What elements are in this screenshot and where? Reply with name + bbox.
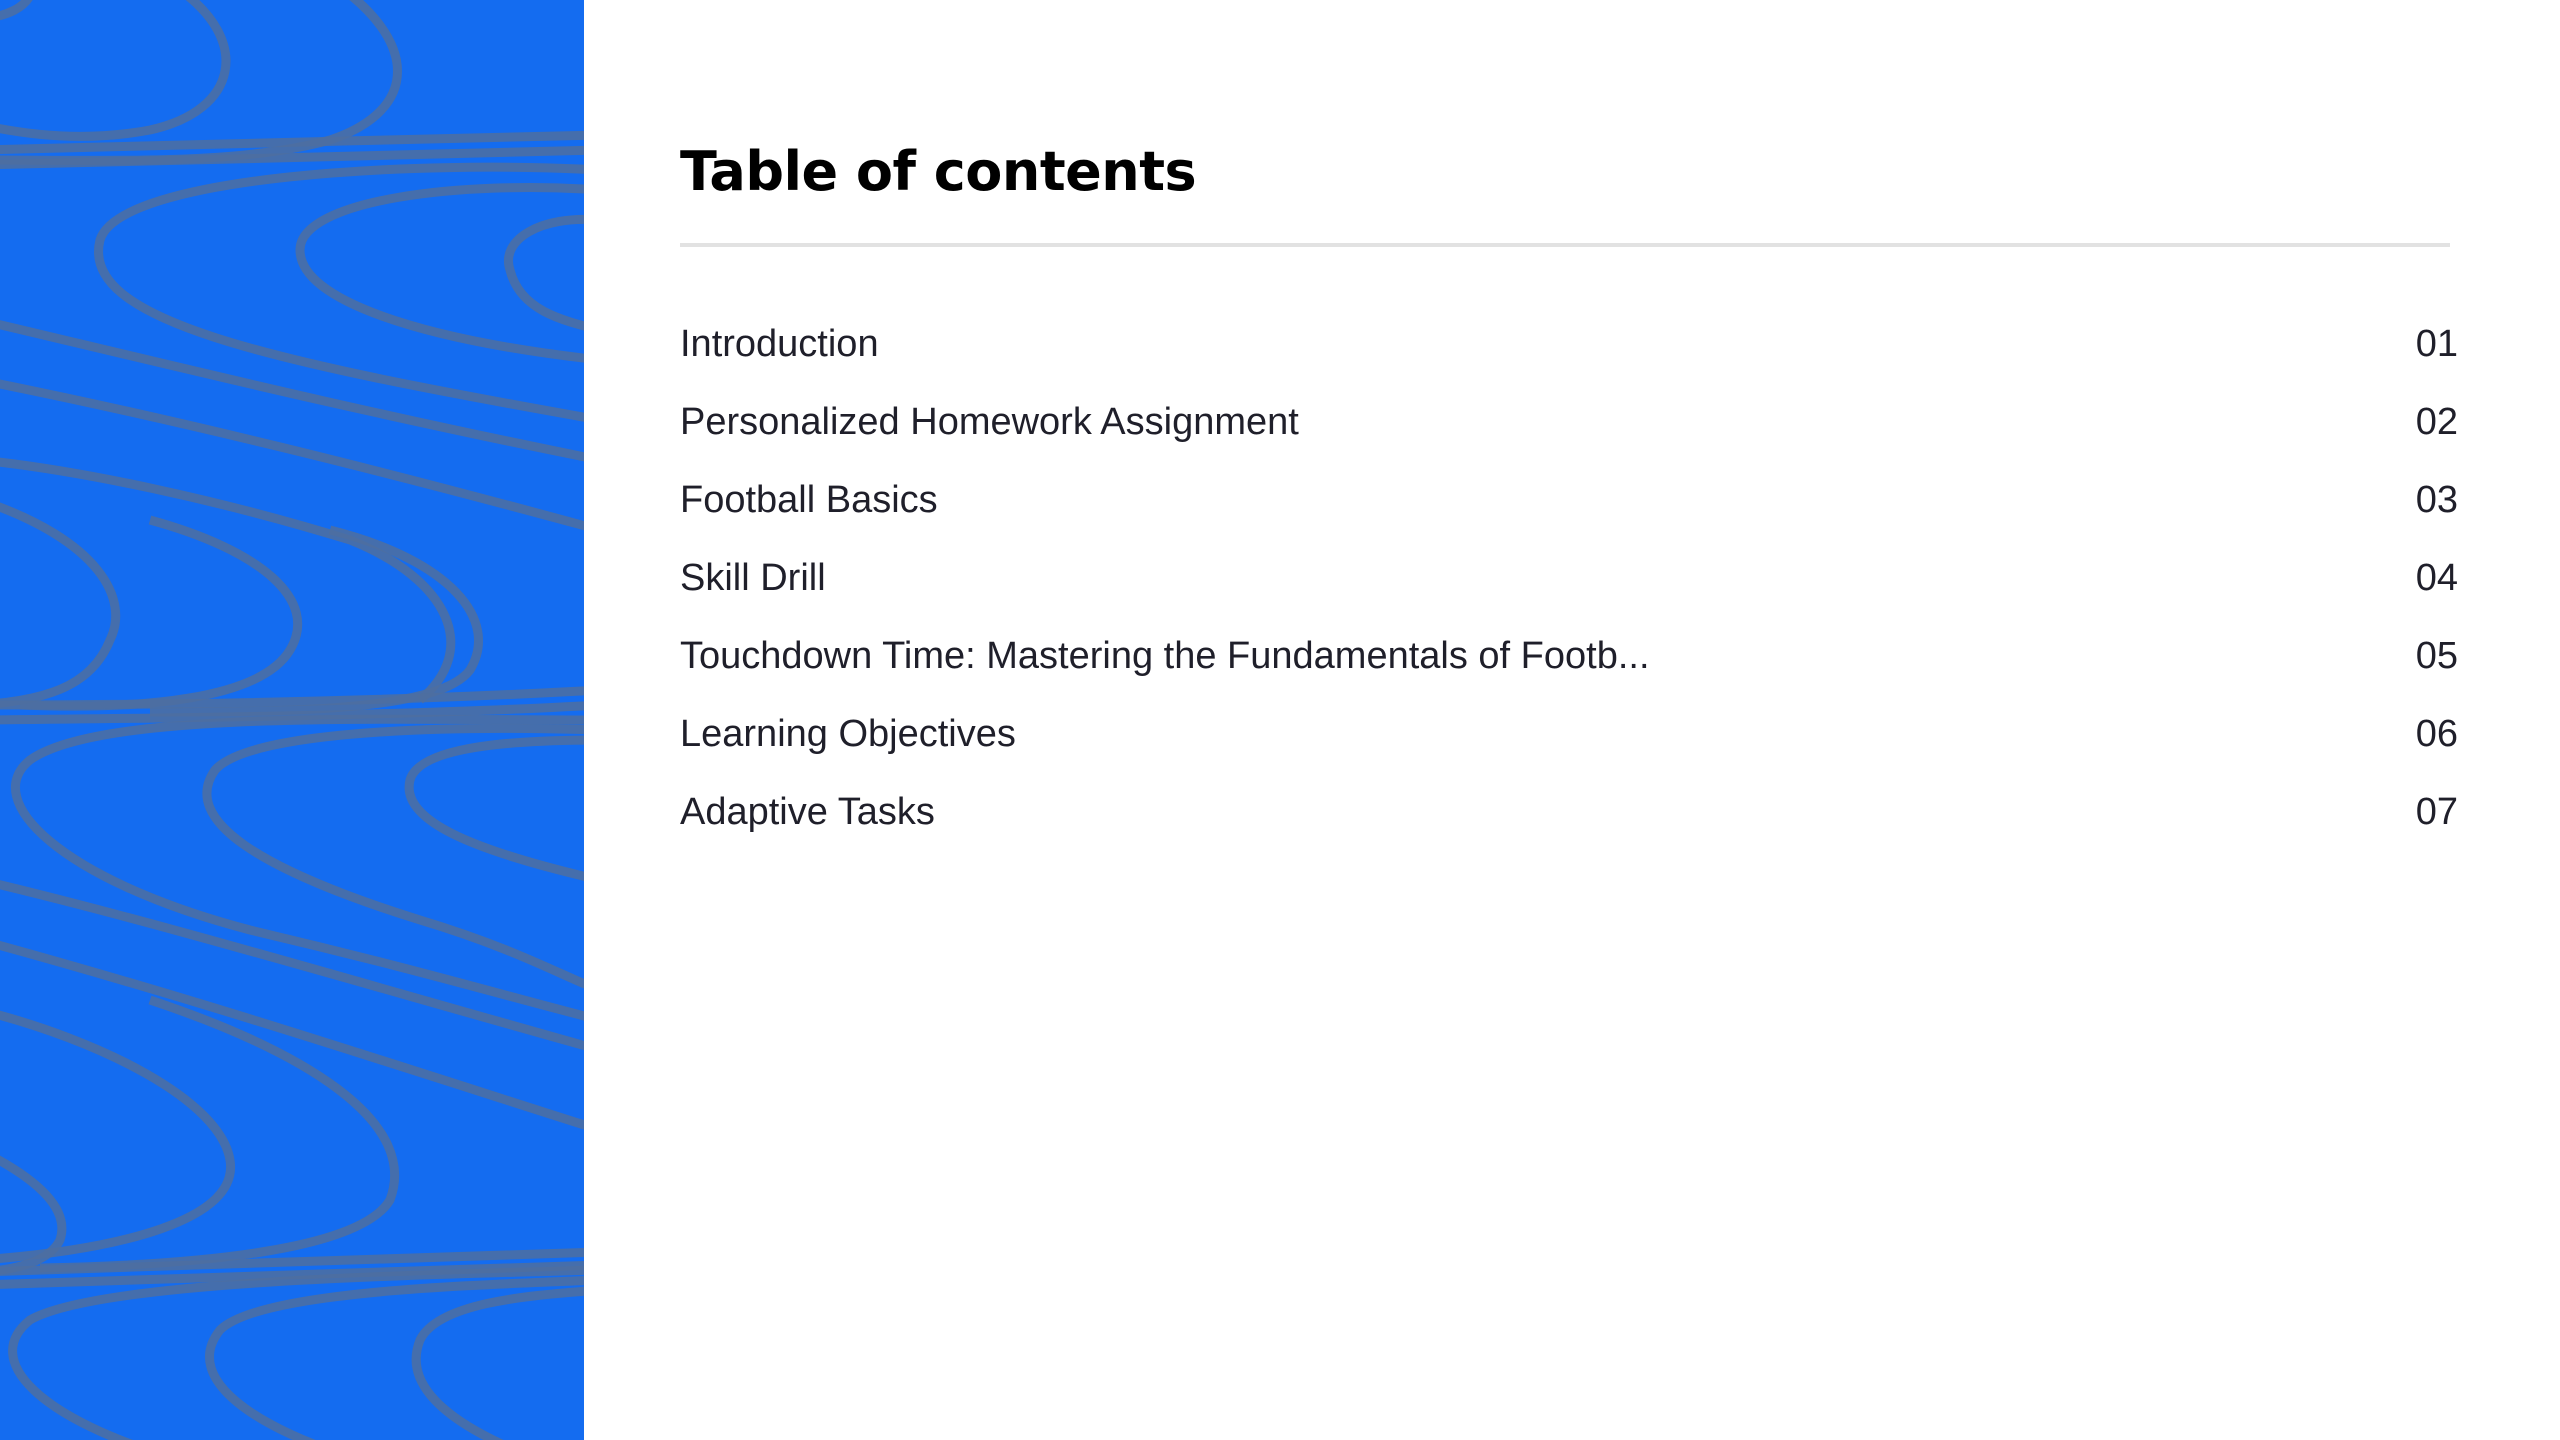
toc-item-label: Football Basics [680, 478, 938, 521]
toc-item-label: Introduction [680, 322, 879, 365]
toc-item-adaptive-tasks[interactable]: Adaptive Tasks 07 [680, 773, 2460, 851]
toc-item-number: 01 [2415, 322, 2458, 365]
toc-list: Introduction 01 Personalized Homework As… [680, 305, 2460, 851]
toc-item-number: 05 [2415, 634, 2458, 677]
toc-item-label: Skill Drill [680, 556, 826, 599]
toc-item-number: 04 [2415, 556, 2458, 599]
toc-content: Table of contents Introduction 01 Person… [680, 0, 2460, 1440]
toc-item-label: Learning Objectives [680, 712, 1016, 755]
toc-item-label: Adaptive Tasks [680, 790, 935, 833]
toc-item-label: Personalized Homework Assignment [680, 400, 1299, 443]
toc-item-learning-objectives[interactable]: Learning Objectives 06 [680, 695, 2460, 773]
page-title: Table of contents [680, 140, 1197, 203]
slide: Table of contents Introduction 01 Person… [0, 0, 2560, 1440]
toc-item-introduction[interactable]: Introduction 01 [680, 305, 2460, 383]
toc-item-number: 03 [2415, 478, 2458, 521]
decorative-side-panel [0, 0, 584, 1440]
toc-item-label: Touchdown Time: Mastering the Fundamenta… [680, 634, 1650, 677]
title-divider [680, 243, 2450, 247]
toc-item-football-basics[interactable]: Football Basics 03 [680, 461, 2460, 539]
toc-item-number: 07 [2415, 790, 2458, 833]
toc-item-number: 06 [2415, 712, 2458, 755]
toc-item-skill-drill[interactable]: Skill Drill 04 [680, 539, 2460, 617]
toc-item-personalized-homework[interactable]: Personalized Homework Assignment 02 [680, 383, 2460, 461]
wave-pattern-icon [0, 0, 584, 1440]
toc-item-number: 02 [2415, 400, 2458, 443]
toc-item-touchdown-time[interactable]: Touchdown Time: Mastering the Fundamenta… [680, 617, 2460, 695]
